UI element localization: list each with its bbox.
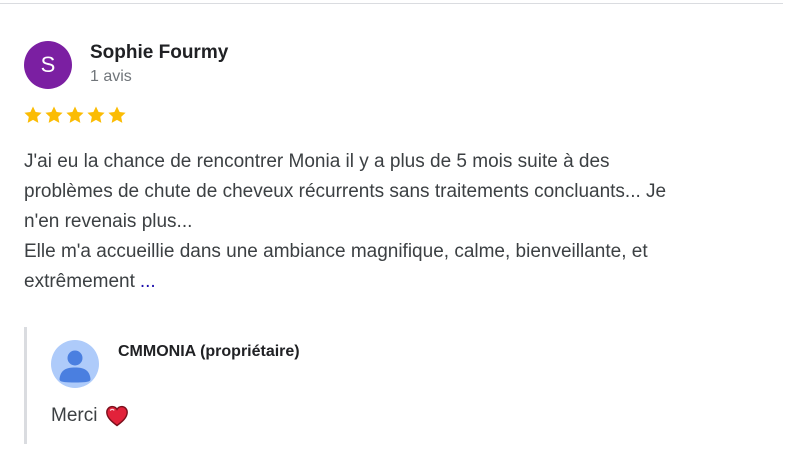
star-icon [108,106,126,123]
star-icon [66,106,84,123]
top-divider [0,3,783,4]
review-text: J'ai eu la chance de rencontrer Monia il… [24,147,754,297]
red-heart-icon [106,405,129,427]
review-text-line: n'en revenais plus... [24,211,193,232]
review-text-line: J'ai eu la chance de rencontrer Monia il… [24,151,610,172]
author-name[interactable]: Sophie Fourmy [90,42,228,64]
star-icon [24,106,42,123]
owner-reply-bar [24,327,27,444]
author-review-count: 1 avis [90,68,132,85]
owner-reply-text: Merci [51,403,129,429]
review-text-line-last: extrêmement... [24,267,754,297]
review-text-line: problèmes de chute de cheveux récurrents… [24,181,667,202]
owner-reply-message: Merci [51,405,98,426]
star-icon [45,106,63,123]
review-text-line: Elle m'a accueillie dans une ambiance ma… [24,241,648,262]
star-icon [87,106,105,123]
user-silhouette-icon [59,350,91,383]
review-text-line: extrêmement [24,271,135,292]
read-more-link[interactable]: ... [140,271,156,292]
star-rating [23,105,127,129]
owner-name: CMMONIA (propriétaire) [118,343,300,360]
author-avatar[interactable]: S [24,41,72,89]
default-user-avatar-icon[interactable] [51,340,99,388]
